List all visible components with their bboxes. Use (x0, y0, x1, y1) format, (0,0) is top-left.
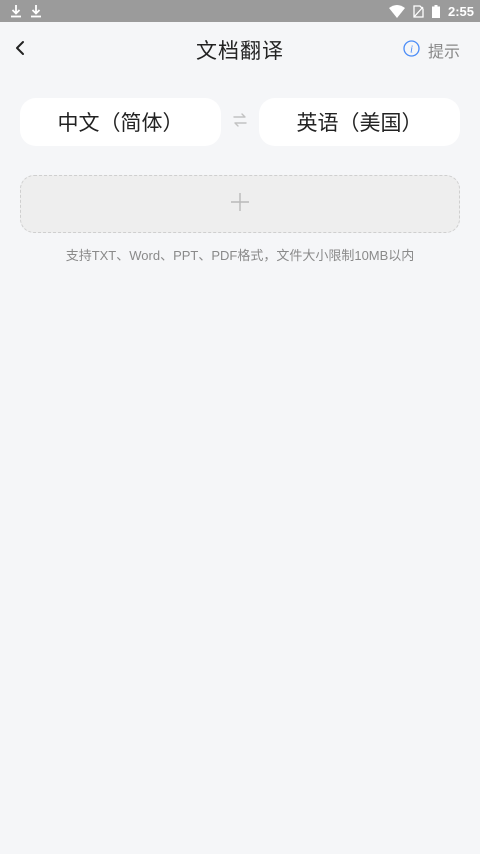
page-title: 文档翻译 (196, 39, 284, 63)
hint-label: 提示 (427, 42, 460, 61)
download-icon (30, 4, 42, 18)
download-icon (10, 4, 22, 18)
app-header: 文档翻译 i 提示 (0, 22, 480, 78)
swap-languages-button[interactable] (225, 107, 255, 137)
hint-button[interactable]: i 提示 (403, 38, 460, 62)
status-right: 2:55 (388, 3, 474, 19)
back-button[interactable] (4, 34, 36, 66)
status-left (10, 4, 42, 18)
plus-icon (230, 192, 250, 216)
source-language-button[interactable]: 中文（简体） (20, 98, 221, 146)
target-language-button[interactable]: 英语（美国） (259, 98, 460, 146)
info-icon: i (403, 39, 420, 61)
wifi-icon (388, 4, 405, 18)
language-selector: 中文（简体） 英语（美国） (20, 98, 460, 146)
status-bar: 2:55 (0, 0, 480, 22)
upload-file-button[interactable] (20, 175, 460, 233)
chevron-left-icon (14, 39, 26, 61)
upload-format-note: 支持TXT、Word、PPT、PDF格式，文件大小限制10MB以内 (65, 248, 415, 263)
no-sim-icon (413, 4, 424, 18)
status-time: 2:55 (447, 3, 474, 19)
battery-icon (431, 4, 440, 18)
svg-text:i: i (410, 43, 413, 55)
swap-icon (232, 112, 248, 132)
